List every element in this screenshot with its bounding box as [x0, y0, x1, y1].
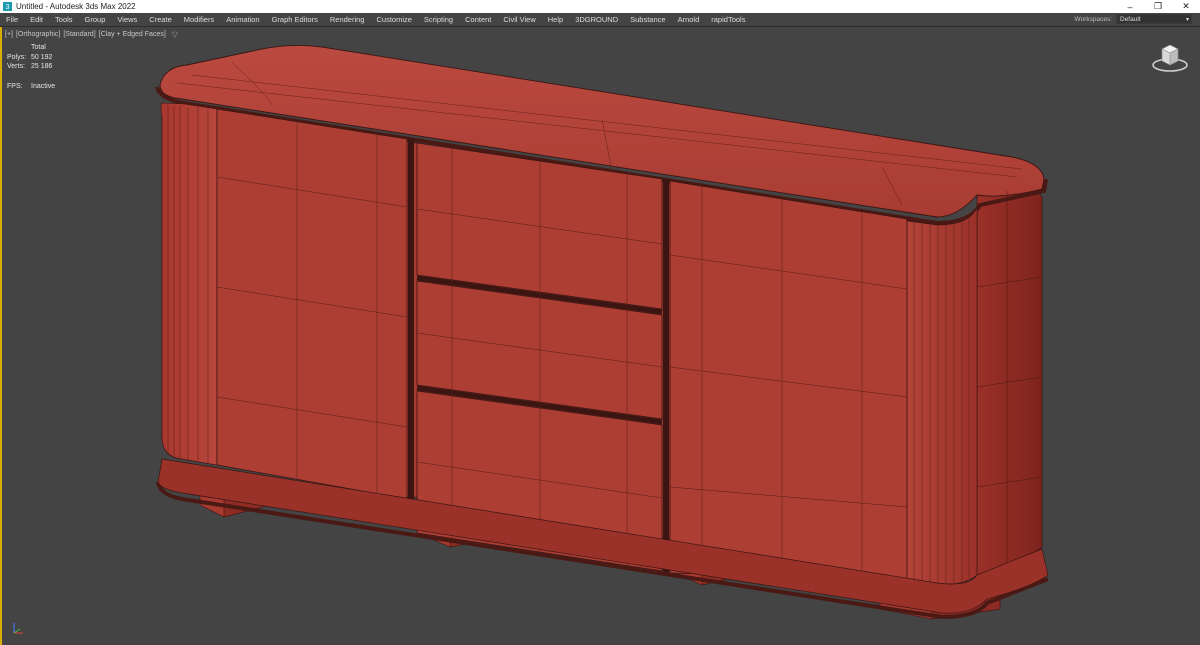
stats-header: Total: [31, 44, 46, 51]
viewport-statistics: Total Polys: 50 192 Verts: 25 186 FPS: Inac…: [7, 43, 55, 91]
menu-help[interactable]: Help: [542, 13, 569, 26]
chevron-down-icon: ▾: [1185, 17, 1189, 23]
menu-bar: File Edit Tools Group Views Create Modif…: [0, 13, 1200, 27]
menu-modifiers[interactable]: Modifiers: [178, 13, 220, 26]
maximize-button[interactable]: ❐: [1144, 0, 1172, 13]
menu-rapidtools[interactable]: rapidTools: [705, 13, 751, 26]
left-door: [216, 108, 408, 500]
viewport-label: [+] [Orthographic] [Standard] [Clay + Ed…: [5, 30, 178, 39]
3dsmax-logo-icon: 3: [3, 2, 12, 11]
menu-edit[interactable]: Edit: [24, 13, 49, 26]
workspaces-label: Workspaces:: [1074, 15, 1112, 23]
workspace-switcher: Workspaces: Default ▾: [1075, 14, 1192, 24]
viewport-menu-plus[interactable]: [+]: [5, 31, 13, 38]
minimize-button[interactable]: –: [1116, 0, 1144, 13]
menu-create[interactable]: Create: [143, 13, 178, 26]
menu-3dground[interactable]: 3DGROUND: [569, 13, 624, 26]
close-button[interactable]: ✕: [1172, 0, 1200, 13]
right-rounded-corner: [906, 206, 978, 585]
workspaces-value: Default: [1120, 16, 1141, 23]
menu-file[interactable]: File: [0, 13, 24, 26]
menu-graph-editors[interactable]: Graph Editors: [266, 13, 324, 26]
main-menu: File Edit Tools Group Views Create Modif…: [0, 13, 751, 26]
verts-label: Verts:: [7, 63, 25, 70]
viewport-display-mode[interactable]: [Clay + Edged Faces]: [99, 31, 166, 38]
svg-text:3: 3: [6, 2, 10, 11]
perspective-viewport[interactable]: [+] [Orthographic] [Standard] [Clay + Ed…: [0, 27, 1200, 645]
left-rounded-corner: [160, 102, 218, 466]
menu-scripting[interactable]: Scripting: [418, 13, 459, 26]
viewcube-icon[interactable]: [1152, 41, 1188, 73]
menu-arnold[interactable]: Arnold: [672, 13, 706, 26]
fps-label: FPS:: [7, 82, 23, 90]
menu-animation[interactable]: Animation: [220, 13, 265, 26]
title-bar: 3 Untitled - Autodesk 3ds Max 2022 – ❐ ✕: [0, 0, 1200, 13]
right-door: [669, 180, 908, 580]
viewport-shading-standard[interactable]: [Standard]: [63, 31, 95, 38]
fps-value: Inactive: [31, 82, 56, 90]
polys-label: Polys:: [7, 53, 27, 61]
menu-substance[interactable]: Substance: [624, 13, 671, 26]
workspaces-dropdown[interactable]: Default ▾: [1116, 14, 1192, 24]
sideboard-model[interactable]: [2, 27, 1200, 645]
menu-tools[interactable]: Tools: [49, 13, 79, 26]
menu-views[interactable]: Views: [111, 13, 143, 26]
axis-tripod-icon: [13, 623, 23, 634]
menu-rendering[interactable]: Rendering: [324, 13, 371, 26]
menu-customize[interactable]: Customize: [370, 13, 417, 26]
menu-group[interactable]: Group: [79, 13, 112, 26]
filter-icon[interactable]: ▽: [172, 30, 178, 39]
menu-civil-view[interactable]: Civil View: [497, 13, 541, 26]
verts-value: 25 186: [31, 63, 53, 70]
menu-content[interactable]: Content: [459, 13, 497, 26]
polys-value: 50 192: [31, 53, 53, 61]
viewport-point-of-view[interactable]: [Orthographic]: [16, 31, 60, 38]
window-title: Untitled - Autodesk 3ds Max 2022: [16, 2, 136, 11]
